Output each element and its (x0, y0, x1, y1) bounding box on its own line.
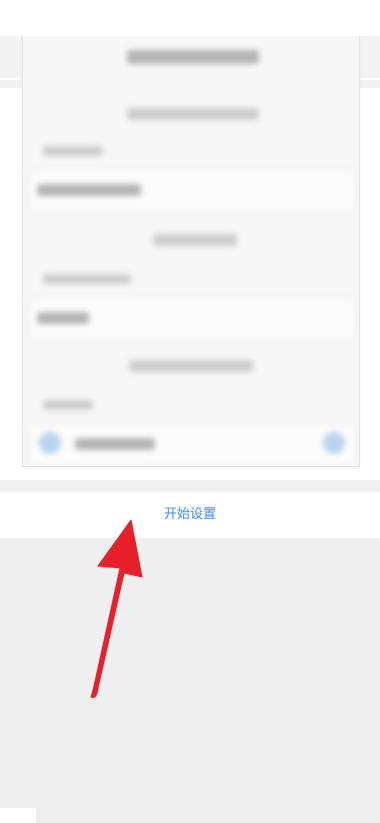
blurred-icon (323, 432, 345, 454)
blurred-heading (127, 108, 259, 120)
top-strip-right (360, 36, 380, 78)
blurred-icon (39, 432, 61, 454)
top-strip-left (0, 36, 22, 78)
blurred-label (43, 400, 93, 410)
blurred-heading (153, 234, 237, 246)
blurred-row-text (75, 438, 155, 450)
blurred-title (127, 50, 259, 64)
blurred-preview-card (22, 36, 360, 467)
start-setup-link[interactable]: 开始设置 (0, 492, 380, 538)
bottom-corner-tab (0, 808, 36, 823)
blurred-row-text (37, 312, 89, 324)
blurred-row-text (37, 184, 141, 196)
blurred-label (43, 274, 131, 284)
action-bar: 开始设置 (0, 492, 380, 538)
blurred-label (43, 146, 103, 156)
section-gap (0, 480, 380, 492)
blurred-heading (129, 360, 253, 372)
